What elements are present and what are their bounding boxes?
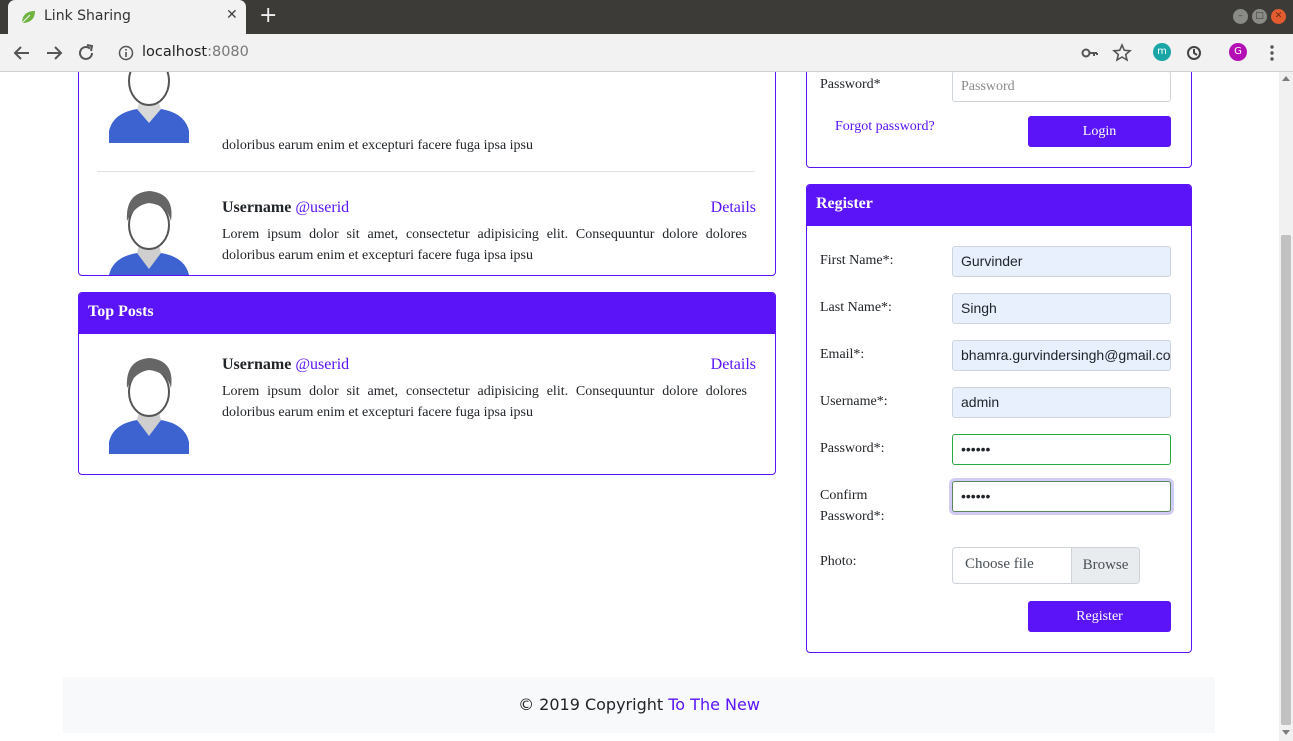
top-posts-card: Top Posts Username @userid Details Lorem… bbox=[78, 292, 776, 475]
first-name-label: First Name*: bbox=[820, 253, 894, 268]
maximize-window-icon[interactable]: □ bbox=[1252, 9, 1267, 24]
recent-shares-card: doloribus earum enim et excepturi facere… bbox=[78, 72, 776, 276]
browser-toolbar: localhost:8080 m G bbox=[0, 34, 1293, 72]
register-title: Register bbox=[807, 185, 1191, 226]
divider bbox=[97, 171, 755, 172]
post-userid-link[interactable]: @userid bbox=[295, 356, 349, 373]
back-arrow-icon[interactable] bbox=[11, 42, 33, 64]
post-author: Username @userid bbox=[222, 199, 349, 217]
scroll-up-arrow-icon[interactable] bbox=[1282, 76, 1290, 81]
post-details-link[interactable]: Details bbox=[711, 199, 756, 217]
last-name-label: Last Name*: bbox=[820, 300, 892, 315]
confirm-password-input[interactable]: •••••• bbox=[952, 481, 1171, 512]
top-posts-title: Top Posts bbox=[79, 293, 775, 334]
scrollbar-thumb[interactable] bbox=[1281, 235, 1291, 725]
key-icon[interactable] bbox=[1079, 42, 1101, 64]
browser-tab-strip: Link Sharing ✕ + – □ ✕ bbox=[0, 0, 1293, 34]
password-label: Password* bbox=[820, 77, 881, 92]
user-avatar-icon bbox=[109, 358, 189, 454]
register-card: Register First Name*: Gurvinder Last Nam… bbox=[806, 184, 1192, 653]
photo-label: Photo: bbox=[820, 554, 857, 569]
extension-m-icon[interactable]: m bbox=[1153, 43, 1171, 61]
menu-kebab-icon[interactable] bbox=[1261, 42, 1283, 64]
password-label: Password*: bbox=[820, 441, 885, 456]
user-avatar-icon bbox=[109, 191, 189, 275]
reload-icon[interactable] bbox=[75, 42, 97, 64]
post-text: doloribus earum enim et excepturi facere… bbox=[222, 138, 533, 153]
login-button[interactable]: Login bbox=[1028, 116, 1171, 147]
post-text: Lorem ipsum dolor sit amet, consectetur … bbox=[222, 384, 747, 420]
profile-avatar[interactable]: G bbox=[1229, 43, 1247, 61]
forgot-password-link[interactable]: Forgot password? bbox=[835, 119, 935, 135]
star-icon[interactable] bbox=[1111, 42, 1133, 64]
login-password-input[interactable]: Password bbox=[952, 72, 1171, 102]
tab-close-icon[interactable]: ✕ bbox=[226, 7, 238, 23]
url-text: localhost:8080 bbox=[142, 44, 249, 60]
sync-extension-icon[interactable] bbox=[1183, 42, 1205, 64]
post-author: Username @userid bbox=[222, 356, 349, 374]
email-input[interactable]: bhamra.gurvindersingh@gmail.com bbox=[952, 340, 1171, 371]
scroll-down-arrow-icon[interactable] bbox=[1282, 730, 1290, 735]
last-name-input[interactable]: Singh bbox=[952, 293, 1171, 324]
page-content: doloribus earum enim et excepturi facere… bbox=[0, 72, 1279, 741]
photo-file-input[interactable]: Choose file Browse bbox=[952, 547, 1140, 584]
confirm-password-label: Confirm Password*: bbox=[820, 488, 885, 524]
footer-brand-link[interactable]: To The New bbox=[668, 695, 760, 714]
post-text: Lorem ipsum dolor sit amet, consectetur … bbox=[222, 227, 747, 263]
username-input[interactable]: admin bbox=[952, 387, 1171, 418]
info-icon[interactable] bbox=[118, 45, 134, 61]
login-card: Password* Password Forgot password? Logi… bbox=[806, 72, 1192, 168]
minimize-window-icon[interactable]: – bbox=[1233, 9, 1248, 24]
post-username: Username bbox=[222, 356, 292, 373]
browse-button[interactable]: Browse bbox=[1071, 548, 1139, 583]
footer: © 2019 Copyright To The New bbox=[63, 677, 1215, 733]
footer-copyright: © 2019 Copyright bbox=[518, 695, 669, 714]
new-tab-button[interactable]: + bbox=[259, 4, 277, 28]
username-label: Username*: bbox=[820, 394, 888, 409]
register-button[interactable]: Register bbox=[1028, 601, 1171, 632]
page-scrollbar[interactable] bbox=[1279, 72, 1293, 741]
forward-arrow-icon[interactable] bbox=[43, 42, 65, 64]
browser-tab[interactable]: Link Sharing ✕ bbox=[8, 0, 246, 34]
close-window-icon[interactable]: ✕ bbox=[1271, 9, 1286, 24]
address-bar[interactable]: localhost:8080 bbox=[108, 37, 1108, 69]
post-username: Username bbox=[222, 199, 292, 216]
leaf-icon bbox=[21, 11, 35, 24]
first-name-input[interactable]: Gurvinder bbox=[952, 246, 1171, 277]
file-placeholder: Choose file bbox=[965, 556, 1034, 572]
password-input[interactable]: •••••• bbox=[952, 434, 1171, 465]
email-label: Email*: bbox=[820, 347, 865, 362]
post-userid-link[interactable]: @userid bbox=[295, 199, 349, 216]
post-details-link[interactable]: Details bbox=[711, 356, 756, 374]
tab-title: Link Sharing bbox=[44, 8, 131, 24]
user-avatar-icon bbox=[109, 72, 189, 143]
